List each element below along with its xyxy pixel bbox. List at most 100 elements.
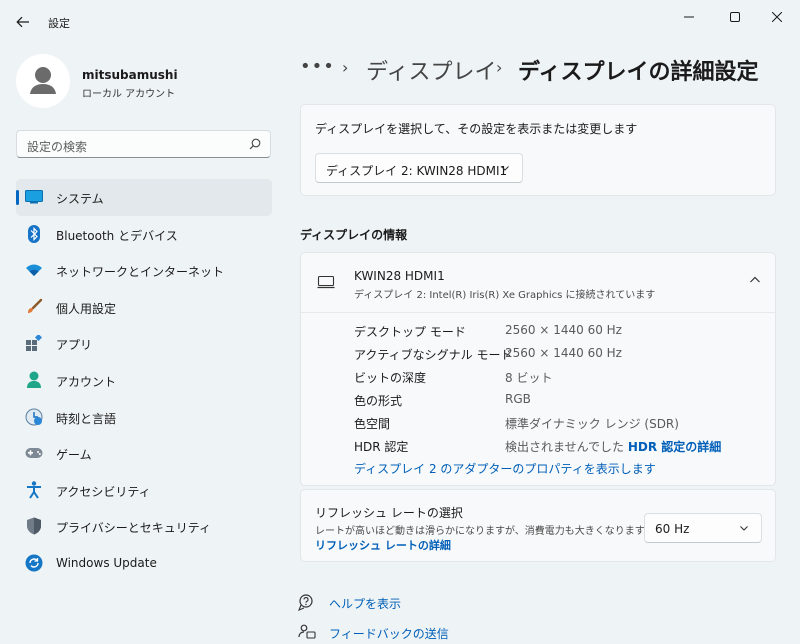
maximize-button[interactable] (712, 4, 758, 30)
breadcrumb-overflow-button[interactable]: ••• (300, 56, 335, 77)
display-name: KWIN28 HDMI1 (354, 269, 445, 283)
wifi-icon (25, 261, 43, 279)
info-row-active-signal-mode: アクティブなシグナル モード 2560 × 1440 60 Hz (301, 342, 775, 365)
sidebar-item-label: Windows Update (56, 555, 157, 570)
feedback-link-label: フィードバックの送信 (329, 627, 449, 641)
time-language-icon (25, 408, 43, 426)
sidebar-item-label: 時刻と言語 (56, 411, 117, 426)
breadcrumb-separator-icon: › (496, 58, 503, 77)
info-value: 検出されませんでした (505, 440, 625, 454)
info-label: アクティブなシグナル モード (354, 348, 513, 362)
info-row-color-space: 色空間 標準ダイナミック レンジ (SDR) (301, 411, 775, 434)
refresh-rate-title: リフレッシュ レートの選択 (315, 506, 463, 520)
info-value: 標準ダイナミック レンジ (SDR) (505, 417, 679, 431)
minimize-icon (684, 16, 694, 18)
display-info-rows: デスクトップ モード 2560 × 1440 60 Hz アクティブなシグナル … (301, 319, 775, 457)
section-title-display-info: ディスプレイの情報 (300, 228, 408, 242)
title-bar: 設定 (0, 0, 800, 40)
sidebar-item-label: ネットワークとインターネット (56, 265, 225, 280)
sidebar-item-bluetooth[interactable]: Bluetooth とデバイス (16, 216, 272, 253)
user-profile[interactable]: mitsubamushi ローカル アカウント (16, 54, 276, 108)
info-value: 8 ビット (505, 371, 553, 385)
minimize-button[interactable] (666, 4, 712, 30)
shield-icon (25, 517, 43, 535)
display-select-card: ディスプレイを選択して、その設定を表示または変更します ディスプレイ 2: KW… (300, 104, 776, 196)
info-value: 2560 × 1440 60 Hz (505, 323, 622, 337)
page-title: ディスプレイの詳細設定 (518, 60, 759, 85)
user-avatar-icon (30, 67, 56, 94)
display-select-dropdown[interactable]: ディスプレイ 2: KWIN28 HDMI1 (315, 153, 523, 183)
sidebar-item-system[interactable]: システム (16, 179, 272, 216)
refresh-rate-card: リフレッシュ レートの選択 レートが高いほど動きは滑らかになりますが、消費電力も… (300, 489, 776, 562)
info-row-bit-depth: ビットの深度 8 ビット (301, 365, 775, 388)
feedback-icon (298, 624, 316, 639)
gamepad-icon (25, 444, 43, 462)
info-row-hdr-certification: HDR 認定 検出されませんでした HDR 認定の詳細 (301, 434, 775, 457)
close-icon (772, 12, 782, 22)
sidebar-item-personalization[interactable]: 個人用設定 (16, 289, 272, 326)
back-button[interactable] (12, 11, 34, 33)
chevron-down-icon (501, 166, 509, 171)
close-button[interactable] (754, 4, 800, 30)
chevron-down-icon (740, 526, 748, 531)
sidebar-item-windows-update[interactable]: Windows Update (16, 545, 272, 582)
display-info-header[interactable]: KWIN28 HDMI1 ディスプレイ 2: Intel(R) Iris(R) … (301, 253, 775, 313)
refresh-rate-dropdown[interactable]: 60 Hz (644, 513, 762, 543)
sidebar-item-time-language[interactable]: 時刻と言語 (16, 399, 272, 436)
hdr-certification-link[interactable]: HDR 認定の詳細 (628, 440, 721, 454)
bluetooth-icon (25, 224, 43, 243)
sidebar-item-label: ゲーム (56, 448, 92, 463)
sidebar-item-gaming[interactable]: ゲーム (16, 435, 272, 472)
breadcrumb-item-display[interactable]: ディスプレイ (366, 54, 496, 86)
chevron-up-icon[interactable] (749, 275, 761, 285)
info-label: 色の形式 (354, 394, 403, 408)
active-indicator (16, 190, 19, 205)
refresh-rate-description: レートが高いほど動きは滑らかになりますが、消費電力も大きくなります。 (315, 526, 654, 537)
update-icon (25, 554, 43, 572)
info-value: 2560 × 1440 60 Hz (505, 346, 622, 360)
info-label: デスクトップ モード (354, 325, 466, 339)
display-select-label: ディスプレイを選択して、その設定を表示または変更します (315, 122, 638, 136)
info-value: RGB (505, 392, 531, 406)
search-input[interactable]: 設定の検索 (16, 130, 271, 158)
feedback-link[interactable]: フィードバックの送信 (298, 622, 498, 644)
account-type: ローカル アカウント (82, 89, 176, 100)
display-select-value: ディスプレイ 2: KWIN28 HDMI1 (326, 164, 508, 178)
display-connection: ディスプレイ 2: Intel(R) Iris(R) Xe Graphics に… (354, 290, 656, 301)
sidebar-item-privacy[interactable]: プライバシーとセキュリティ (16, 508, 272, 545)
accessibility-icon (25, 481, 43, 499)
refresh-rate-details-link[interactable]: リフレッシュ レートの詳細 (315, 537, 451, 553)
avatar (16, 54, 70, 108)
sidebar-item-label: プライバシーとセキュリティ (56, 521, 212, 536)
sidebar-item-label: システム (56, 192, 104, 206)
adapter-properties-link[interactable]: ディスプレイ 2 のアダプターのプロパティを表示します (354, 460, 656, 477)
sidebar-item-accessibility[interactable]: アクセシビリティ (16, 472, 272, 509)
search-placeholder: 設定の検索 (27, 140, 88, 154)
help-icon (298, 594, 313, 611)
sidebar-nav: システム Bluetooth とデバイス ネットワークとインターネット 個人用設… (16, 179, 272, 582)
refresh-rate-value: 60 Hz (655, 522, 690, 536)
monitor-icon (317, 276, 335, 289)
sidebar-item-label: 個人用設定 (56, 301, 117, 316)
info-label: ビットの深度 (354, 371, 427, 385)
help-link-label: ヘルプを表示 (329, 597, 402, 611)
sidebar-item-network[interactable]: ネットワークとインターネット (16, 252, 272, 289)
brush-icon (25, 298, 43, 316)
display-info-card: KWIN28 HDMI1 ディスプレイ 2: Intel(R) Iris(R) … (300, 252, 776, 486)
user-name: mitsubamushi (82, 68, 178, 82)
maximize-icon (730, 12, 740, 22)
app-title: 設定 (48, 17, 70, 30)
info-value-wrapper: 検出されませんでした HDR 認定の詳細 (505, 438, 721, 455)
apps-icon (25, 334, 43, 352)
account-icon (25, 371, 43, 389)
info-row-desktop-mode: デスクトップ モード 2560 × 1440 60 Hz (301, 319, 775, 342)
info-label: HDR 認定 (354, 440, 409, 454)
info-label: 色空間 (354, 417, 391, 431)
sidebar-item-label: アクセシビリティ (56, 484, 151, 499)
sidebar-item-apps[interactable]: アプリ (16, 325, 272, 362)
help-link[interactable]: ヘルプを表示 (298, 592, 498, 614)
info-row-color-format: 色の形式 RGB (301, 388, 775, 411)
system-icon (25, 188, 43, 206)
sidebar-item-accounts[interactable]: アカウント (16, 362, 272, 399)
sidebar-item-label: アプリ (56, 338, 93, 353)
